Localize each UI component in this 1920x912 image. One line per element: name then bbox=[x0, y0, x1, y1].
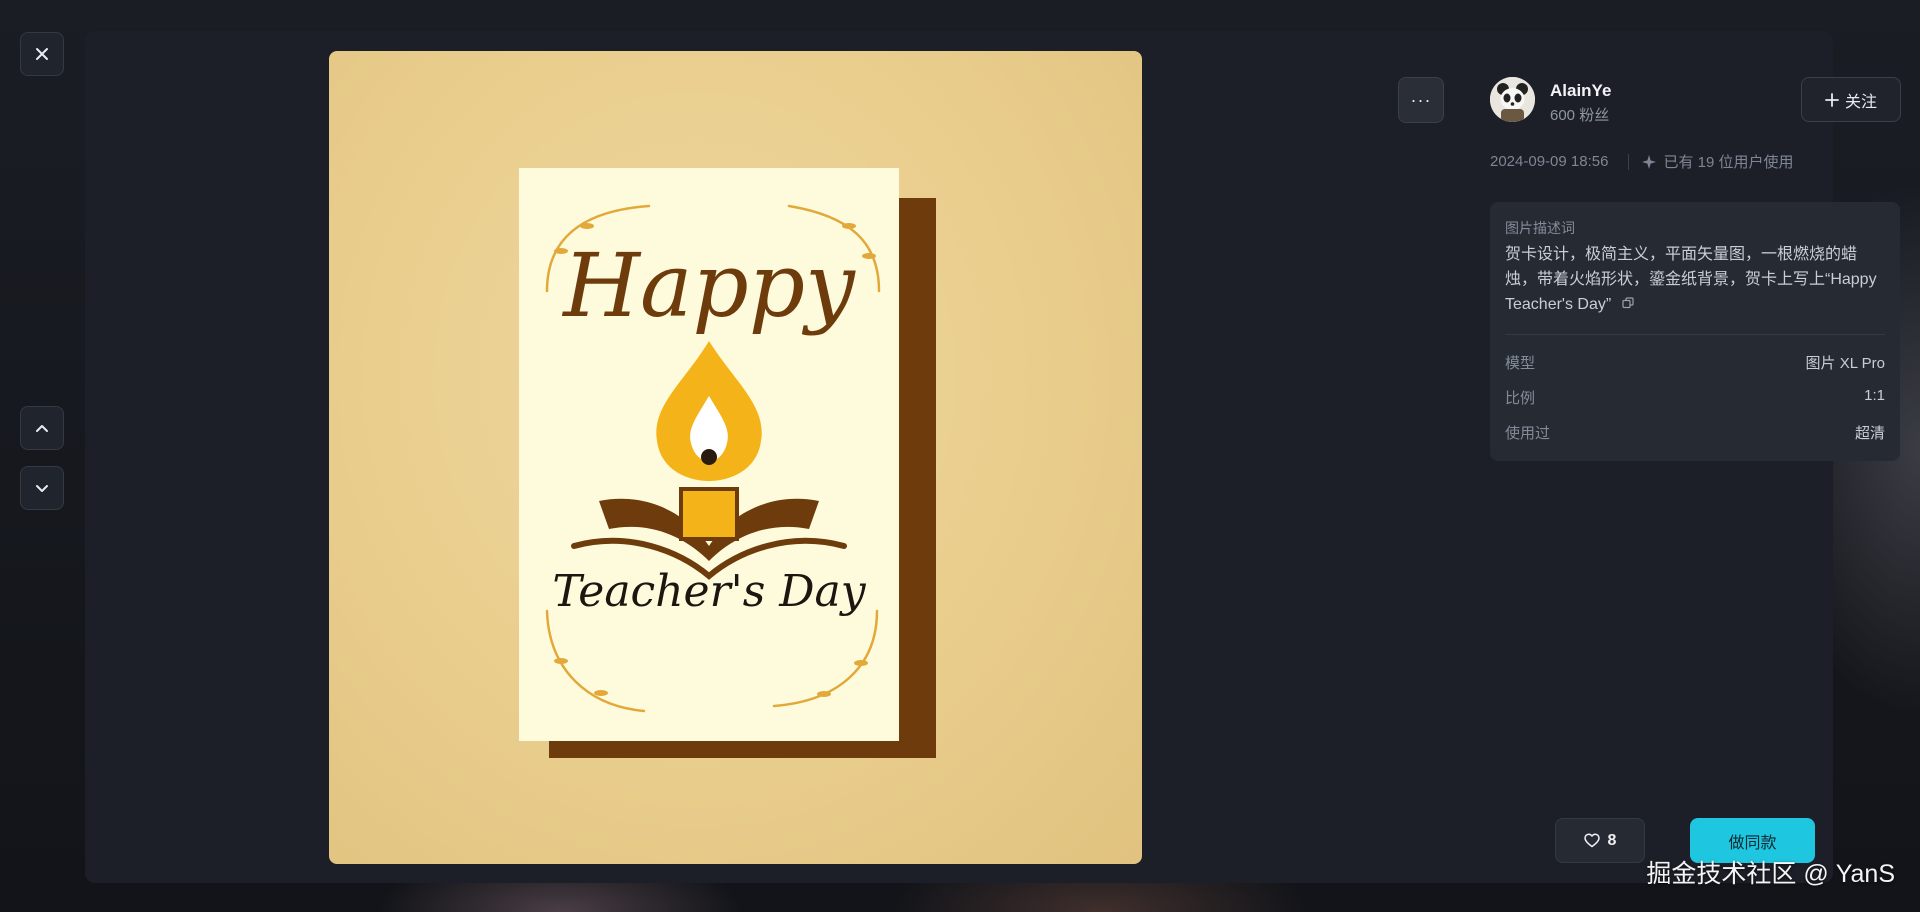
avatar[interactable] bbox=[1490, 77, 1535, 122]
candle-body bbox=[679, 487, 739, 541]
detail-key: 使用过 bbox=[1505, 425, 1551, 442]
watermark: 掘金技术社区 @ YanS bbox=[1646, 860, 1895, 888]
meta-row: 2024-09-09 18:56 已有 19 位用户使用 bbox=[1490, 151, 1793, 172]
detail-row-ratio: 比例 1:1 bbox=[1505, 387, 1885, 408]
detail-value: 超清 bbox=[1854, 425, 1885, 442]
like-count: 8 bbox=[1607, 831, 1617, 849]
detail-key: 模型 bbox=[1505, 355, 1536, 372]
card-text-happy: Happy bbox=[561, 234, 856, 337]
card-text-teachers-day: Teacher's Day bbox=[552, 566, 866, 617]
like-button[interactable]: 8 bbox=[1555, 818, 1645, 863]
make-same-label: 做同款 bbox=[1728, 834, 1777, 852]
follow-label: 关注 bbox=[1844, 93, 1877, 111]
follow-button[interactable]: 关注 bbox=[1801, 77, 1901, 122]
greeting-card-illustration: Happy Teacher's Day bbox=[519, 168, 936, 758]
prompt-label: 图片描述词 bbox=[1505, 220, 1575, 236]
more-options-button[interactable]: ··· bbox=[1398, 77, 1444, 123]
chevron-down-icon bbox=[36, 485, 48, 492]
wick bbox=[701, 449, 717, 465]
next-button[interactable] bbox=[20, 466, 64, 510]
meta-divider bbox=[1628, 153, 1630, 170]
detail-row-model: 模型 图片 XL Pro bbox=[1505, 352, 1885, 373]
publish-datetime: 2024-09-09 18:56 bbox=[1490, 153, 1609, 170]
copy-icon[interactable] bbox=[1622, 292, 1634, 317]
detail-row-used: 使用过 超清 bbox=[1505, 422, 1885, 443]
detail-key: 比例 bbox=[1505, 390, 1536, 407]
close-icon bbox=[36, 48, 48, 60]
chevron-up-icon bbox=[36, 425, 48, 432]
plus-icon bbox=[1825, 92, 1839, 107]
more-icon: ··· bbox=[1410, 89, 1432, 110]
author-name[interactable]: AlainYe bbox=[1550, 81, 1611, 101]
close-button[interactable] bbox=[20, 32, 64, 76]
author-fans-count: 600 粉丝 bbox=[1550, 107, 1610, 124]
previous-button[interactable] bbox=[20, 406, 64, 450]
prompt-text-container: 贺卡设计，极简主义，平面矢量图，一根燃烧的蜡烛，带着火焰形状，鎏金纸背景，贺卡上… bbox=[1505, 242, 1887, 317]
detail-value: 图片 XL Pro bbox=[1805, 355, 1885, 372]
usage-info: 已有 19 位用户使用 bbox=[1641, 151, 1793, 172]
sparkle-icon bbox=[1642, 154, 1657, 169]
prompt-text: 贺卡设计，极简主义，平面矢量图，一根燃烧的蜡烛，带着火焰形状，鎏金纸背景，贺卡上… bbox=[1505, 246, 1877, 313]
detail-value: 1:1 bbox=[1864, 387, 1885, 404]
generated-image: Happy Teacher's Day bbox=[329, 51, 1142, 864]
card-divider bbox=[1505, 334, 1885, 335]
panda-avatar-icon bbox=[1490, 77, 1535, 122]
prompt-card: 图片描述词 贺卡设计，极简主义，平面矢量图，一根燃烧的蜡烛，带着火焰形状，鎏金纸… bbox=[1490, 202, 1900, 461]
image-detail-modal: Happy Teacher's Day ··· AlainYe 600 粉丝 关… bbox=[85, 31, 1901, 883]
usage-count: 已有 19 位用户使用 bbox=[1663, 154, 1794, 171]
heart-icon bbox=[1583, 833, 1600, 848]
